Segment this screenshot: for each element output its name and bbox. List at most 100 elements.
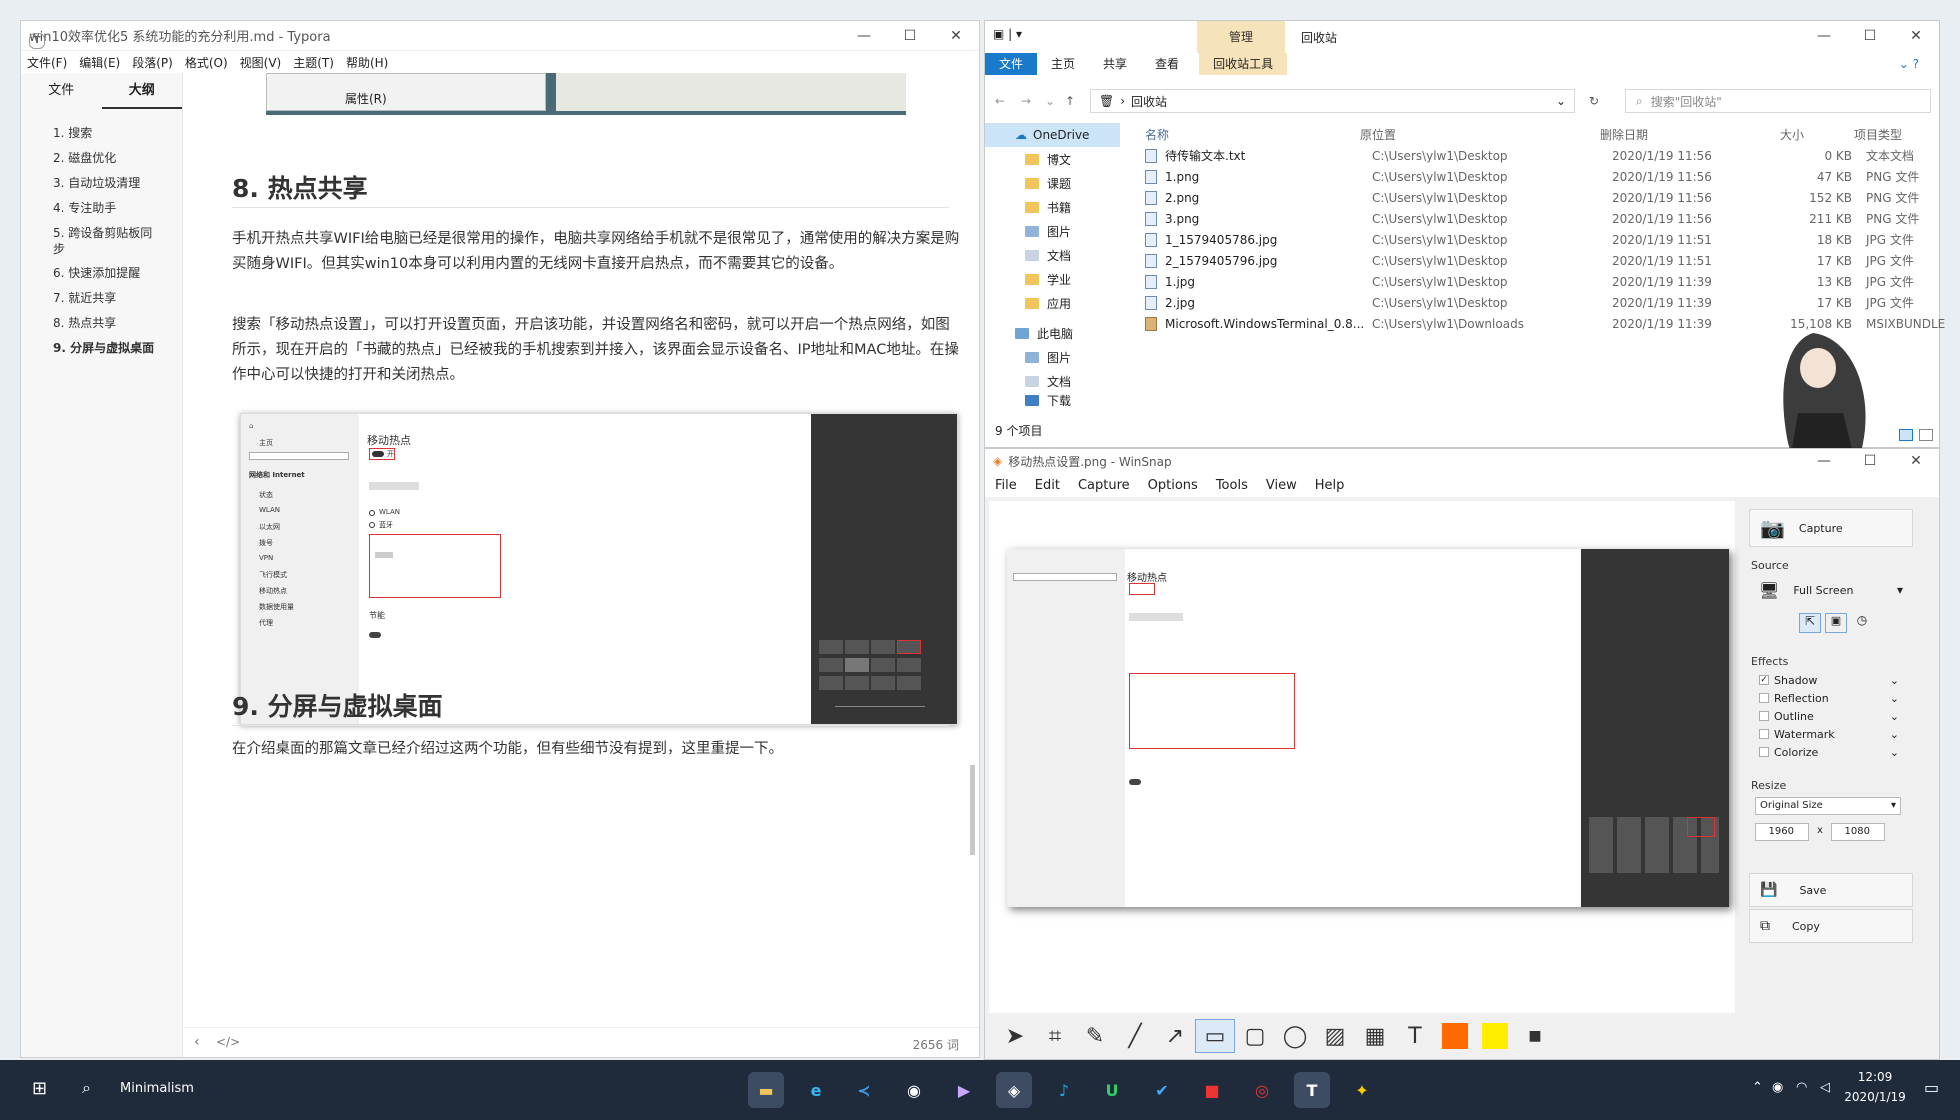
clock-time[interactable]: 12:09 [1840, 1070, 1910, 1084]
line-tool-icon[interactable]: ╱ [1115, 1019, 1155, 1053]
maximize-button[interactable]: ☐ [1847, 21, 1893, 51]
volume-icon[interactable]: ◁ [1820, 1080, 1830, 1095]
media-taskbar-icon[interactable]: ▶ [946, 1072, 982, 1108]
music-taskbar-icon[interactable]: ♪ [1046, 1072, 1082, 1108]
ribbon-tab-view[interactable]: 查看 [1141, 53, 1193, 75]
pointer-mode-icon[interactable]: ⇱ [1799, 613, 1821, 633]
search-box[interactable]: ⌕ 搜索"回收站" [1625, 89, 1931, 113]
photos-taskbar-icon[interactable]: ✦ [1344, 1072, 1380, 1108]
nav-folder[interactable]: 文档 [985, 243, 1120, 267]
table-row[interactable]: 3.png C:\Users\ylw1\Desktop 2020/1/19 11:5… [1135, 208, 1933, 229]
details-view-icon[interactable] [1899, 429, 1913, 441]
ellipse-tool-icon[interactable]: ◯ [1275, 1019, 1315, 1053]
typora-taskbar-icon[interactable]: T [1294, 1072, 1330, 1108]
source-dropdown[interactable]: 🖥 Full Screen ▾ [1749, 571, 1913, 609]
toggle-sidebar-button[interactable]: ‹ [194, 1034, 200, 1050]
table-row[interactable]: 2_1579405796.jpg C:\Users\ylw1\Desktop 202… [1135, 250, 1933, 271]
menu-help[interactable]: 帮助(H) [346, 54, 388, 71]
word-count[interactable]: 2656 词 [913, 1036, 959, 1053]
checkbox-icon[interactable] [1759, 747, 1769, 757]
nav-folder[interactable]: 应用 [985, 291, 1120, 315]
minimize-button[interactable]: — [1801, 449, 1847, 473]
minimize-button[interactable]: — [841, 21, 887, 51]
height-input[interactable]: 1080 [1831, 823, 1885, 841]
ribbon-tab-recycle-tools[interactable]: 回收站工具 [1199, 53, 1288, 75]
maximize-button[interactable]: ☐ [1847, 449, 1893, 473]
pen-tool-icon[interactable]: ✎ [1075, 1019, 1115, 1053]
ribbon-tab-home[interactable]: 主页 [1037, 53, 1089, 75]
table-row[interactable]: 1_1579405786.jpg C:\Users\ylw1\Desktop 202… [1135, 229, 1933, 250]
close-button[interactable]: ✕ [933, 21, 979, 51]
nav-folder[interactable]: 图片 [985, 345, 1120, 369]
menu-edit[interactable]: 编辑(E) [79, 54, 120, 71]
table-row[interactable]: 1.png C:\Users\ylw1\Desktop 2020/1/19 11:5… [1135, 166, 1933, 187]
menu-paragraph[interactable]: 段落(P) [132, 54, 173, 71]
hatch-tool-icon[interactable]: ▨ [1315, 1019, 1355, 1053]
text-tool-icon[interactable]: T [1395, 1019, 1435, 1053]
menu-capture[interactable]: Capture [1078, 478, 1130, 493]
file-explorer-taskbar-icon[interactable]: ▬ [748, 1072, 784, 1108]
editor-scrollbar[interactable] [970, 765, 975, 855]
checkbox-icon[interactable] [1759, 729, 1769, 739]
outline-item-active[interactable]: 9. 分屏与虚拟桌面 [53, 340, 163, 356]
outline-item[interactable]: 2. 磁盘优化 [53, 146, 182, 171]
col-size[interactable]: 大小 [1760, 126, 1840, 143]
menu-view[interactable]: 视图(V) [240, 54, 282, 71]
close-button[interactable]: ✕ [1893, 449, 1939, 473]
table-row[interactable]: 待传输文本.txt C:\Users\ylw1\Desktop 2020/1/19 … [1135, 145, 1933, 166]
windows-start-icon[interactable]: ⊞ [32, 1078, 47, 1099]
window-mode-icon[interactable]: ▣ [1825, 613, 1847, 633]
outline-item[interactable]: 3. 自动垃圾清理 [53, 171, 182, 196]
rectangle-tool-icon[interactable]: ▭ [1195, 1019, 1235, 1053]
checkbox-icon[interactable] [1759, 693, 1769, 703]
outline-item[interactable]: 8. 热点共享 [53, 311, 182, 336]
nav-folder[interactable]: 下载 [985, 393, 1120, 407]
qq-taskbar-icon[interactable]: ◉ [896, 1072, 932, 1108]
effect-shadow[interactable]: ✓ Shadow ⌄ [1759, 671, 1899, 689]
outline-item[interactable]: 5. 跨设备剪贴板同步 [53, 225, 163, 257]
large-icons-view-icon[interactable] [1919, 429, 1933, 441]
timer-icon[interactable]: ◷ [1851, 613, 1873, 633]
col-name[interactable]: 名称 [1135, 126, 1360, 143]
refresh-icon[interactable]: ↻ [1589, 94, 1599, 108]
checkbox-checked-icon[interactable]: ✓ [1759, 675, 1769, 685]
up-icon[interactable]: ↑ [1065, 94, 1075, 108]
taskbar-search-text[interactable]: Minimalism [120, 1081, 194, 1096]
outline-item[interactable]: 1. 搜索 [53, 121, 182, 146]
effect-colorize[interactable]: Colorize ⌄ [1759, 743, 1899, 761]
primary-color-swatch[interactable] [1435, 1019, 1475, 1053]
outline-item[interactable]: 7. 就近共享 [53, 286, 182, 311]
arrow-tool-icon[interactable]: ↗ [1155, 1019, 1195, 1053]
quick-access-icon[interactable]: ▣ | ▾ [993, 27, 1022, 41]
stroke-size-icon[interactable]: ■ [1515, 1019, 1555, 1053]
winsnap-taskbar-icon[interactable]: ◈ [996, 1072, 1032, 1108]
nav-this-pc[interactable]: 此电脑 [985, 321, 1120, 345]
search-icon[interactable]: ⌕ [82, 1078, 91, 1098]
col-type[interactable]: 项目类型 [1840, 126, 1920, 143]
nav-folder[interactable]: 博文 [985, 147, 1120, 171]
ribbon-expand-icon[interactable]: ⌄ ? [1885, 53, 1933, 75]
col-location[interactable]: 原位置 [1360, 126, 1600, 143]
tab-outline[interactable]: 大纲 [101, 73, 182, 109]
outline-item[interactable]: 4. 专注助手 [53, 196, 182, 221]
package-taskbar-icon[interactable]: ■ [1194, 1072, 1230, 1108]
recent-icon[interactable]: ⌄ [1045, 94, 1055, 108]
effect-watermark[interactable]: Watermark ⌄ [1759, 725, 1899, 743]
save-button[interactable]: 💾 Save [1749, 873, 1913, 907]
nav-folder[interactable]: 文档 [985, 369, 1120, 393]
close-button[interactable]: ✕ [1893, 21, 1939, 51]
todo-taskbar-icon[interactable]: ✔ [1144, 1072, 1180, 1108]
pixelate-tool-icon[interactable]: ▦ [1355, 1019, 1395, 1053]
rounded-rectangle-tool-icon[interactable]: ▢ [1235, 1019, 1275, 1053]
typora-editor[interactable]: 属性(R) 8. 热点共享 手机开热点共享WIFI给电脑已经是很常用的操作，电脑… [184, 73, 979, 1057]
col-date[interactable]: 删除日期 [1600, 126, 1760, 143]
menu-theme[interactable]: 主题(T) [293, 54, 334, 71]
outline-item[interactable]: 6. 快速添加提醒 [53, 261, 182, 286]
manage-tab[interactable]: 管理 [1197, 21, 1285, 53]
forward-icon[interactable]: → [1021, 94, 1031, 108]
menu-options[interactable]: Options [1148, 478, 1198, 493]
menu-file[interactable]: 文件(F) [27, 54, 67, 71]
address-bar[interactable]: 🗑 › 回收站 ⌄ [1090, 89, 1575, 113]
nav-folder[interactable]: 课题 [985, 171, 1120, 195]
utools-taskbar-icon[interactable]: U [1094, 1072, 1130, 1108]
